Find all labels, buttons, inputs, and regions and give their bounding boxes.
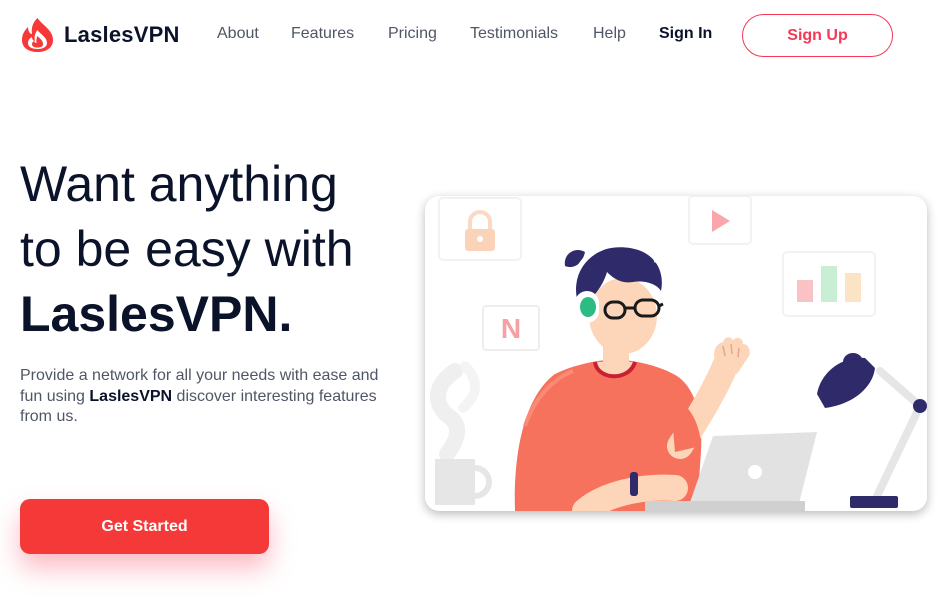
steam-decoration [430, 361, 480, 462]
mug [435, 459, 492, 505]
nav-link-about[interactable]: About [217, 25, 259, 43]
nav-link-features[interactable]: Features [291, 25, 354, 43]
hero-title: Want anything to be easy with LaslesVPN. [20, 152, 420, 347]
hero-description-brand: LaslesVPN [89, 387, 173, 405]
play-icon [688, 196, 752, 245]
hero-title-line-1: Want anything [20, 156, 338, 212]
get-started-button[interactable]: Get Started [20, 499, 269, 554]
brand-name: LaslesVPN [64, 22, 180, 47]
hero-description: Provide a network for all your needs wit… [20, 366, 380, 428]
sign-up-button[interactable]: Sign Up [742, 14, 893, 57]
flame-logo-icon [20, 17, 55, 53]
svg-text:N: N [501, 313, 521, 344]
hero-illustration: N [425, 196, 927, 511]
nav-link-pricing[interactable]: Pricing [388, 25, 437, 43]
navbar: LaslesVPN About Features Pricing Testimo… [0, 0, 943, 70]
netflix-icon: N [482, 305, 540, 351]
nav-link-help[interactable]: Help [593, 25, 626, 43]
desk-lamp [817, 353, 927, 508]
bar-chart-icon [782, 251, 876, 317]
hero-title-line-3: LaslesVPN. [20, 286, 293, 342]
lock-icon [438, 197, 522, 261]
nav-link-testimonials[interactable]: Testimonials [470, 25, 558, 43]
sign-in-link[interactable]: Sign In [659, 25, 712, 43]
hero-title-line-2: to be easy with [20, 221, 354, 277]
brand-logo[interactable]: LaslesVPN [20, 17, 180, 53]
